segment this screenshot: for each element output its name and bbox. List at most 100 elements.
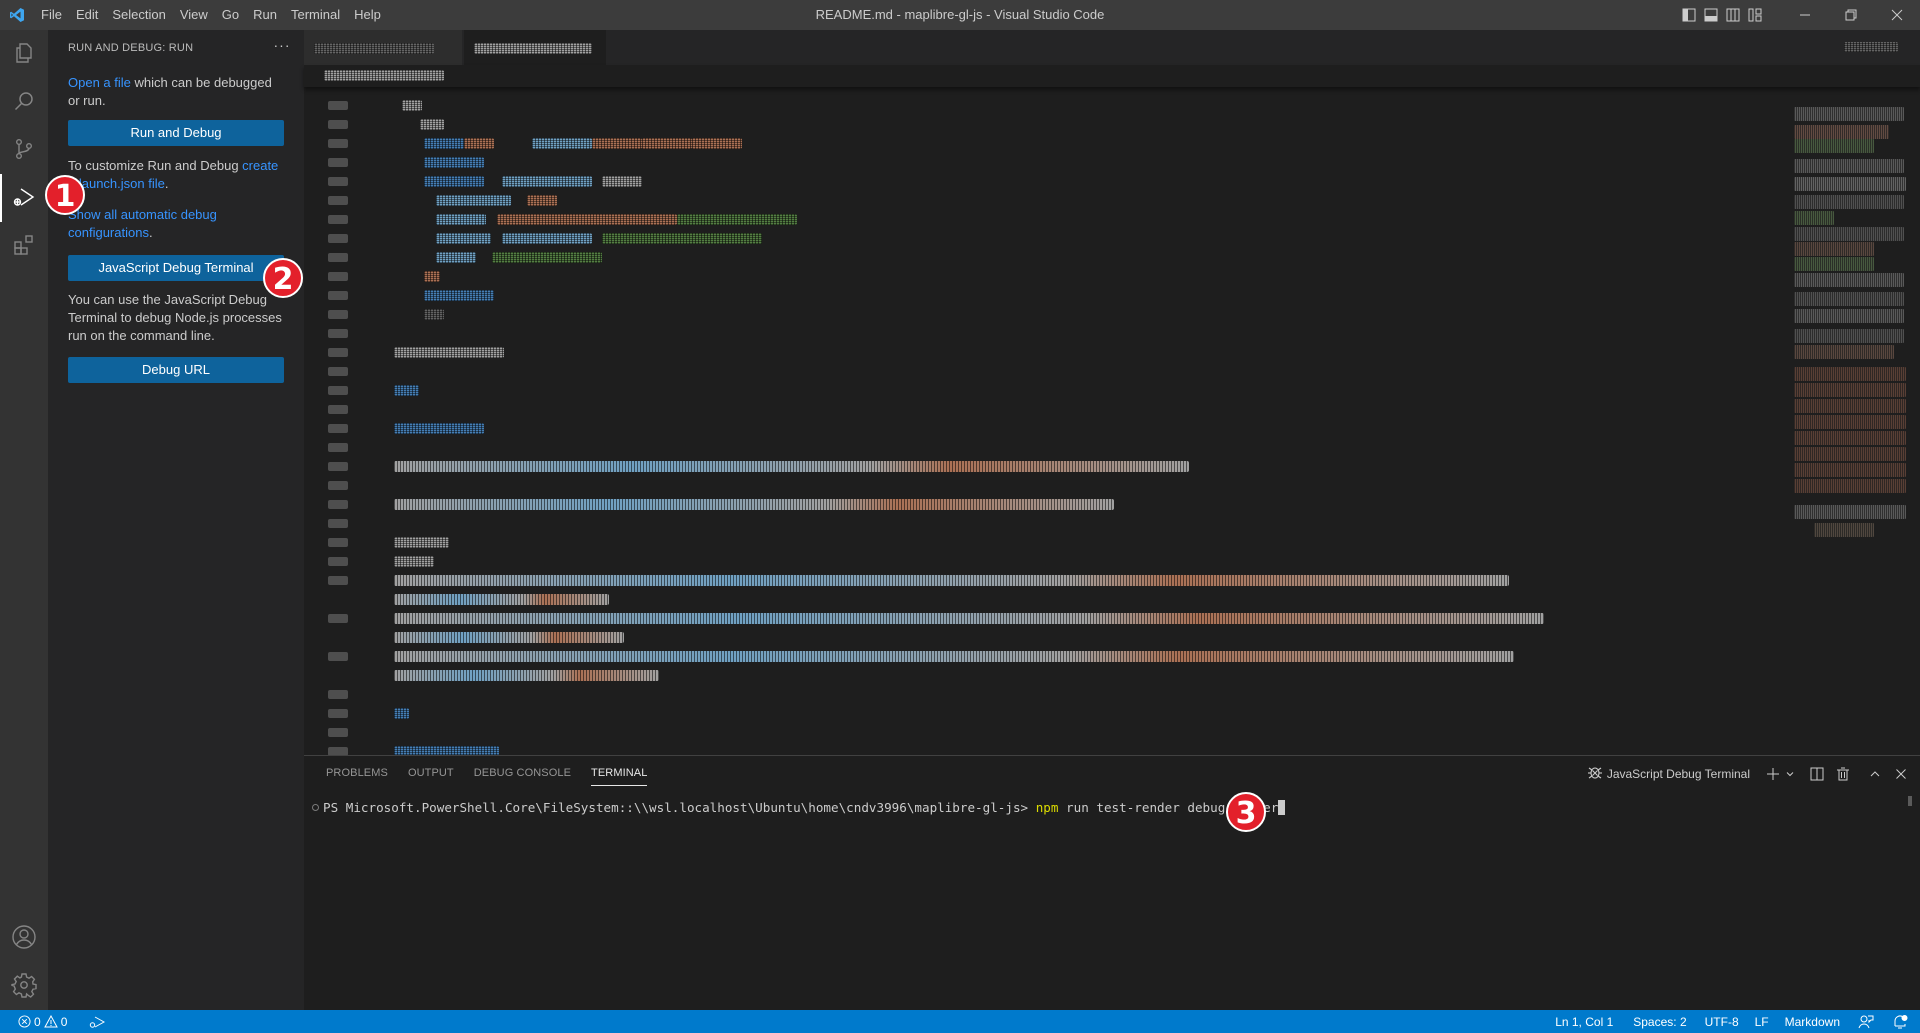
notifications-button[interactable] — [1884, 1010, 1920, 1033]
activity-search[interactable] — [0, 78, 48, 126]
more-actions-icon[interactable]: ··· — [272, 38, 292, 58]
editor-tab[interactable] — [304, 30, 462, 65]
activity-run-and-debug[interactable] — [0, 174, 48, 222]
minimap-row — [1794, 292, 1904, 306]
menu-go[interactable]: Go — [215, 0, 246, 30]
customize-message: To customize Run and Debug create a laun… — [68, 158, 279, 191]
activity-manage[interactable] — [0, 962, 48, 1010]
toggle-panel-icon[interactable] — [1700, 0, 1722, 30]
minimap-row — [1794, 257, 1874, 271]
title-bar: File Edit Selection View Go Run Terminal… — [0, 0, 1920, 30]
terminal-launch-profile-dropdown[interactable] — [1784, 763, 1796, 785]
javascript-debug-terminal-button[interactable]: JavaScript Debug Terminal — [68, 255, 284, 281]
tab-output[interactable]: OUTPUT — [398, 756, 464, 791]
minimap[interactable] — [1794, 87, 1910, 557]
customize-layout-icon[interactable] — [1744, 0, 1766, 30]
error-count: 0 — [34, 1014, 41, 1029]
status-bar: 0 0 Ln 1, Col 1 Spaces: 2 UTF-8 LF Markd… — [0, 1010, 1920, 1033]
line-number — [328, 576, 348, 585]
code-token-obfuscated — [394, 575, 1509, 586]
problems-status[interactable]: 0 0 — [12, 1010, 73, 1033]
tab-problems[interactable]: PROBLEMS — [316, 756, 398, 791]
terminal-selector[interactable]: JavaScript Debug Terminal — [1587, 763, 1758, 785]
line-number — [328, 367, 348, 376]
language-mode[interactable]: Markdown — [1777, 1010, 1848, 1033]
terminal-output[interactable]: PS Microsoft.PowerShell.Core\FileSystem:… — [312, 798, 1286, 817]
code-token-obfuscated — [424, 176, 484, 187]
code-token-obfuscated — [502, 176, 592, 187]
line-number — [328, 728, 348, 737]
code-token-obfuscated — [394, 556, 434, 567]
editor-tab-bar — [304, 30, 1920, 65]
line-number — [328, 272, 348, 281]
minimap-row — [1794, 447, 1906, 461]
code-token-obfuscated — [677, 214, 797, 225]
tab-debug-console[interactable]: DEBUG CONSOLE — [464, 756, 581, 791]
code-token-obfuscated — [492, 252, 602, 263]
restore-button[interactable] — [1828, 0, 1874, 30]
minimap-row — [1794, 309, 1904, 323]
kill-terminal-button[interactable] — [1832, 763, 1854, 785]
code-token-obfuscated — [394, 385, 419, 396]
menu-file[interactable]: File — [34, 0, 69, 30]
toggle-secondary-sidebar-icon[interactable] — [1722, 0, 1744, 30]
minimap-row — [1794, 463, 1906, 477]
activity-explorer[interactable] — [0, 30, 48, 78]
code-token-obfuscated — [436, 233, 491, 244]
close-panel-button[interactable] — [1890, 763, 1912, 785]
code-token-obfuscated — [394, 708, 409, 719]
code-token-obfuscated — [602, 233, 762, 244]
minimap-row — [1814, 523, 1874, 537]
breadcrumb — [304, 65, 1920, 87]
run-and-debug-button[interactable]: Run and Debug — [68, 120, 284, 146]
terminal-scrollbar[interactable] — [1908, 796, 1912, 806]
line-number — [328, 386, 348, 395]
menu-help[interactable]: Help — [347, 0, 388, 30]
menu-run[interactable]: Run — [246, 0, 284, 30]
terminal-name: JavaScript Debug Terminal — [1606, 766, 1750, 781]
files-icon — [12, 41, 36, 68]
debug-url-button[interactable]: Debug URL — [68, 357, 284, 383]
line-number — [328, 158, 348, 167]
menu-edit[interactable]: Edit — [69, 0, 105, 30]
cursor-position[interactable]: Ln 1, Col 1 — [1545, 1010, 1623, 1033]
editor-actions[interactable] — [1844, 38, 1904, 56]
minimize-button[interactable] — [1782, 0, 1828, 30]
menu-terminal[interactable]: Terminal — [284, 0, 347, 30]
activity-extensions[interactable] — [0, 222, 48, 270]
feedback-button[interactable] — [1848, 1010, 1884, 1033]
toggle-primary-sidebar-icon[interactable] — [1678, 0, 1700, 30]
editor-tab-active[interactable] — [464, 30, 606, 65]
open-file-link[interactable]: Open a file — [68, 75, 131, 90]
editor-area — [304, 30, 1920, 757]
minimap-row — [1794, 242, 1874, 256]
show-all-debug-configs-link[interactable]: Show all automatic debug configurations — [68, 207, 217, 240]
activity-source-control[interactable] — [0, 126, 48, 174]
indentation[interactable]: Spaces: 2 — [1623, 1010, 1696, 1033]
code-token-obfuscated — [394, 499, 1114, 510]
line-number — [328, 291, 348, 300]
feedback-icon — [1858, 1015, 1874, 1028]
tab-terminal[interactable]: TERMINAL — [581, 756, 657, 791]
code-token-obfuscated — [436, 195, 511, 206]
code-token-obfuscated — [394, 347, 504, 358]
encoding[interactable]: UTF-8 — [1697, 1010, 1747, 1033]
code-token-obfuscated — [642, 138, 692, 149]
end-of-line[interactable]: LF — [1747, 1010, 1777, 1033]
code-token-obfuscated — [424, 157, 484, 168]
search-icon — [12, 89, 36, 116]
debug-status-button[interactable] — [83, 1010, 111, 1033]
breadcrumb-obfuscated[interactable] — [324, 70, 444, 81]
menu-view[interactable]: View — [173, 0, 215, 30]
show-all-message: Show all automatic debug configurations. — [68, 207, 217, 240]
maximize-panel-button[interactable] — [1864, 763, 1886, 785]
split-terminal-button[interactable] — [1806, 763, 1828, 785]
code-token-obfuscated — [394, 632, 624, 643]
menu-selection[interactable]: Selection — [105, 0, 172, 30]
line-number — [328, 405, 348, 414]
line-number — [328, 690, 348, 699]
close-window-button[interactable] — [1874, 0, 1920, 30]
activity-accounts[interactable] — [0, 914, 48, 962]
new-terminal-button[interactable] — [1762, 763, 1784, 785]
code-token-obfuscated — [424, 290, 494, 301]
